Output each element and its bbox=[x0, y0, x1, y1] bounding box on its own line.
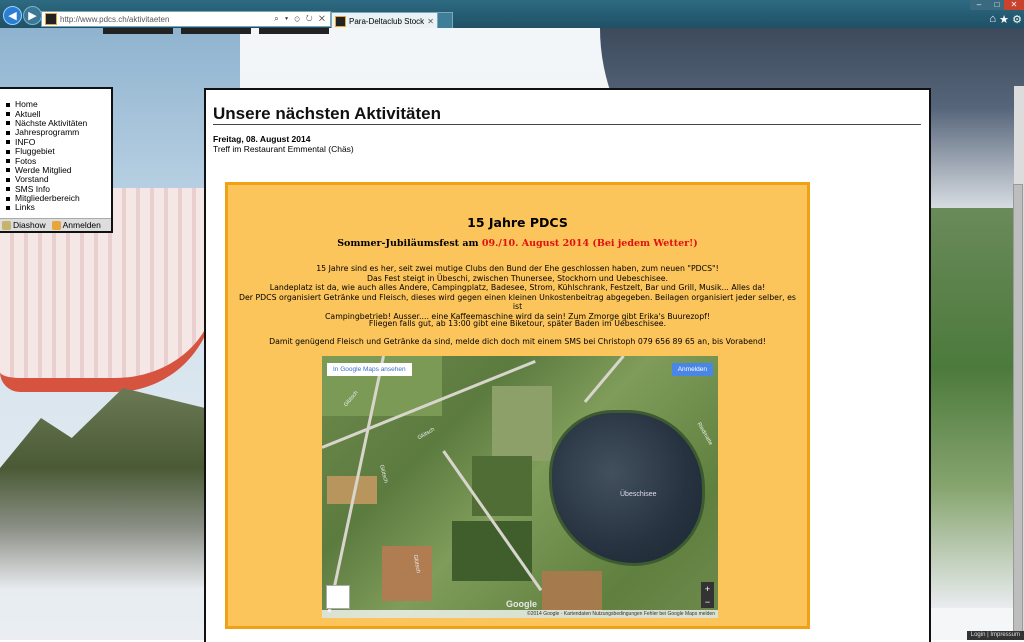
bullet-icon bbox=[6, 112, 10, 117]
sidebar-link[interactable]: Jahresprogramm bbox=[15, 128, 79, 137]
title-divider bbox=[213, 124, 921, 125]
bullet-icon bbox=[6, 130, 10, 135]
tab-title: Para-Deltaclub Stockhorn P... bbox=[349, 16, 425, 26]
map-attribution[interactable]: ©2014 Google · Kartendaten Nutzungsbedin… bbox=[322, 610, 718, 618]
announcement-box: 15 Jahre PDCS Sommer-Jubiläumsfest am 09… bbox=[225, 182, 810, 629]
map-signin-button[interactable]: Anmelden bbox=[671, 363, 713, 376]
home-icon[interactable]: ⌂ bbox=[989, 13, 996, 25]
sidebar-footer: Diashow Anmelden bbox=[0, 218, 111, 231]
background-bar bbox=[259, 28, 329, 34]
new-tab-button[interactable] bbox=[437, 12, 453, 29]
key-icon[interactable] bbox=[51, 220, 61, 230]
zoom-out-button[interactable]: − bbox=[705, 597, 710, 607]
body-line: Das Fest steigt in Übeschi, zwischen Thu… bbox=[366, 273, 669, 283]
settings-gear-icon[interactable]: ⚙ bbox=[1012, 13, 1022, 26]
page-title: Unsere nächsten Aktivitäten bbox=[213, 104, 441, 123]
window-close-icon[interactable]: ✕ bbox=[1004, 0, 1024, 10]
subtitle-prefix: Sommer-Jubiläumsfest am bbox=[337, 238, 482, 249]
browser-tab[interactable]: Para-Deltaclub Stockhorn P... ✕ bbox=[331, 12, 438, 29]
bullet-icon bbox=[6, 205, 10, 210]
page-scrollbar[interactable] bbox=[1013, 86, 1024, 636]
sidebar-link[interactable]: Vorstand bbox=[15, 175, 49, 184]
sidebar-item-links[interactable]: Links bbox=[6, 203, 111, 212]
tab-close-icon[interactable]: ✕ bbox=[427, 17, 434, 26]
favorites-star-icon[interactable]: ★ bbox=[999, 13, 1009, 26]
background-valley bbox=[925, 208, 1024, 608]
forward-arrow-icon[interactable]: ▶ bbox=[23, 6, 42, 25]
browser-toolbar: ◀ ▶ http://www.pdcs.ch/aktivitaeten ⌕ ▾ … bbox=[0, 0, 1024, 29]
map-zoom-control[interactable]: + − bbox=[701, 582, 714, 608]
window-minimize-icon[interactable]: – bbox=[970, 0, 988, 10]
bullet-icon bbox=[6, 149, 10, 154]
bullet-icon bbox=[6, 168, 10, 173]
announcement-title: 15 Jahre PDCS bbox=[467, 215, 568, 230]
google-logo: Google bbox=[506, 599, 537, 609]
sms-info: Damit genügend Fleisch und Getränke da s… bbox=[269, 337, 766, 346]
announcement-body: 15 Jahre sind es her, seit zwei mutige C… bbox=[238, 264, 797, 322]
road-label: Riedmatte bbox=[695, 421, 714, 447]
event-description: Treff im Restaurant Emmental (Chäs) bbox=[213, 144, 354, 154]
address-tools-icons[interactable]: ⌕ ▾ ⊙ ↻ ✕ bbox=[274, 14, 327, 24]
bullet-icon bbox=[6, 159, 10, 164]
map-field bbox=[382, 546, 432, 601]
body-line: Der PDCS organisiert Getränke und Fleisc… bbox=[238, 292, 796, 312]
map-field bbox=[492, 386, 552, 461]
bullet-icon bbox=[6, 187, 10, 192]
bullet-icon bbox=[6, 196, 10, 201]
address-bar[interactable]: http://www.pdcs.ch/aktivitaeten ⌕ ▾ ⊙ ↻ … bbox=[41, 11, 331, 27]
main-content: Unsere nächsten Aktivitäten Freitag, 08.… bbox=[204, 88, 931, 642]
back-arrow-icon[interactable]: ◀ bbox=[3, 6, 22, 25]
bullet-icon bbox=[6, 140, 10, 145]
footer-links[interactable]: Login | Impressum bbox=[966, 631, 1024, 640]
sidebar-nav: Home Aktuell Nächste Aktivitäten Jahresp… bbox=[0, 87, 113, 233]
login-link[interactable]: Anmelden bbox=[63, 220, 101, 230]
lake-label: Übeschisee bbox=[620, 491, 657, 498]
announcement-subtitle: Sommer-Jubiläumsfest am 09./10. August 2… bbox=[228, 238, 807, 249]
zoom-in-button[interactable]: + bbox=[705, 584, 710, 594]
sidebar-item-fluggebiet[interactable]: Fluggebiet bbox=[6, 147, 111, 156]
background-bar bbox=[181, 28, 251, 34]
body-line: 15 Jahre sind es her, seit zwei mutige C… bbox=[316, 264, 719, 273]
tab-favicon-icon bbox=[335, 15, 346, 27]
background-bar bbox=[103, 28, 173, 34]
bullet-icon bbox=[6, 177, 10, 182]
subtitle-date-highlight: 09./10. August 2014 (Bei jedem Wetter!) bbox=[481, 238, 698, 249]
street-view-pegman-icon[interactable] bbox=[326, 585, 350, 609]
embedded-map[interactable]: Übeschisee Glütsch Glütsch Glütsch Glüts… bbox=[322, 356, 718, 618]
body-line: Landeplatz ist da, wie auch alles Andere… bbox=[269, 283, 766, 293]
scrollbar-thumb[interactable] bbox=[1013, 184, 1023, 636]
site-favicon-icon bbox=[45, 13, 57, 25]
nav-list: Home Aktuell Nächste Aktivitäten Jahresp… bbox=[6, 100, 111, 213]
bullet-icon bbox=[6, 102, 10, 107]
sidebar-link[interactable]: Home bbox=[15, 100, 38, 109]
map-field bbox=[452, 521, 532, 581]
slideshow-icon[interactable] bbox=[2, 220, 11, 230]
flying-info: Fliegen falls gut, ab 13:00 gibt eine Bi… bbox=[368, 319, 667, 328]
map-field bbox=[542, 571, 602, 611]
open-in-google-maps-button[interactable]: In Google Maps ansehen bbox=[327, 363, 412, 376]
sidebar-item-home[interactable]: Home bbox=[6, 100, 111, 109]
sidebar-link[interactable]: Fluggebiet bbox=[15, 147, 55, 156]
road-label: Glütsch bbox=[416, 426, 436, 442]
map-lake bbox=[549, 410, 705, 566]
bullet-icon bbox=[6, 121, 10, 126]
url-text[interactable]: http://www.pdcs.ch/aktivitaeten bbox=[60, 15, 274, 24]
road-label: Glütsch bbox=[378, 464, 389, 484]
event-date: Freitag, 08. August 2014 bbox=[213, 134, 311, 144]
map-road bbox=[583, 356, 625, 403]
slideshow-link[interactable]: Diashow bbox=[13, 220, 46, 230]
sidebar-link[interactable]: Links bbox=[15, 203, 35, 212]
